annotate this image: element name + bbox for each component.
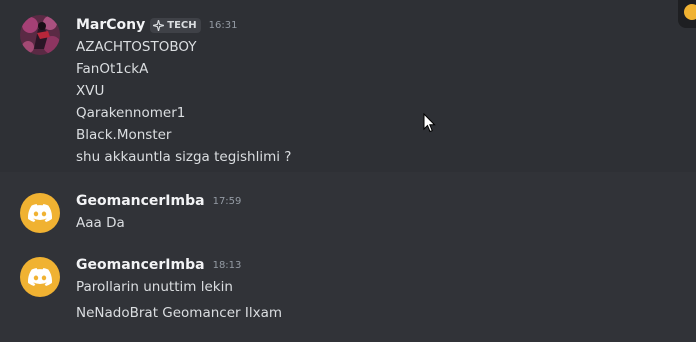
message-line: AZACHTOSTOBOY bbox=[76, 39, 197, 55]
message-line: Aaa Da bbox=[76, 215, 125, 231]
message-line: XVU bbox=[76, 83, 105, 99]
message-line: Black.Monster bbox=[76, 127, 172, 143]
clan-tag-label: TECH bbox=[167, 19, 197, 31]
message-line: Qarakennomer1 bbox=[76, 105, 186, 121]
username[interactable]: GeomancerImba bbox=[76, 193, 205, 209]
reaction-emoji-icon bbox=[684, 4, 696, 20]
message-line: shu akkauntla sizga tegishlimi ? bbox=[76, 149, 292, 165]
username[interactable]: GeomancerImba bbox=[76, 257, 205, 273]
reaction-emoji-button[interactable] bbox=[678, 0, 696, 28]
avatar-marcony[interactable] bbox=[20, 15, 60, 55]
mouse-pointer-icon bbox=[423, 112, 436, 137]
sparkle-icon bbox=[153, 19, 165, 31]
timestamp[interactable]: 17:59 bbox=[213, 196, 242, 207]
message-line: Parollarin unuttim lekin bbox=[76, 279, 233, 295]
message-line: NeNadoBrat Geomancer Ilxam bbox=[76, 305, 282, 321]
avatar-geomancerimba[interactable] bbox=[20, 193, 60, 233]
clan-tag[interactable]: TECH bbox=[150, 17, 201, 33]
message-header: GeomancerImba 17:59 bbox=[76, 193, 241, 209]
message-line: FanOt1ckA bbox=[76, 61, 149, 77]
timestamp[interactable]: 18:13 bbox=[213, 260, 242, 271]
discord-logo-icon bbox=[28, 268, 52, 286]
username[interactable]: MarCony bbox=[76, 17, 145, 33]
discord-logo-icon bbox=[28, 204, 52, 222]
message-group-geomancerimba-1: GeomancerImba 17:59 Aaa Da bbox=[0, 186, 696, 242]
message-header: GeomancerImba 18:13 bbox=[76, 257, 241, 273]
message-header: MarCony TECH 16:31 bbox=[76, 17, 237, 33]
avatar-geomancerimba[interactable] bbox=[20, 257, 60, 297]
timestamp[interactable]: 16:31 bbox=[209, 20, 238, 31]
message-group-marcony: MarCony TECH 16:31 AZACHTOSTOBOY FanOt1c… bbox=[0, 0, 696, 172]
message-group-geomancerimba-2: GeomancerImba 18:13 Parollarin unuttim l… bbox=[0, 250, 696, 330]
